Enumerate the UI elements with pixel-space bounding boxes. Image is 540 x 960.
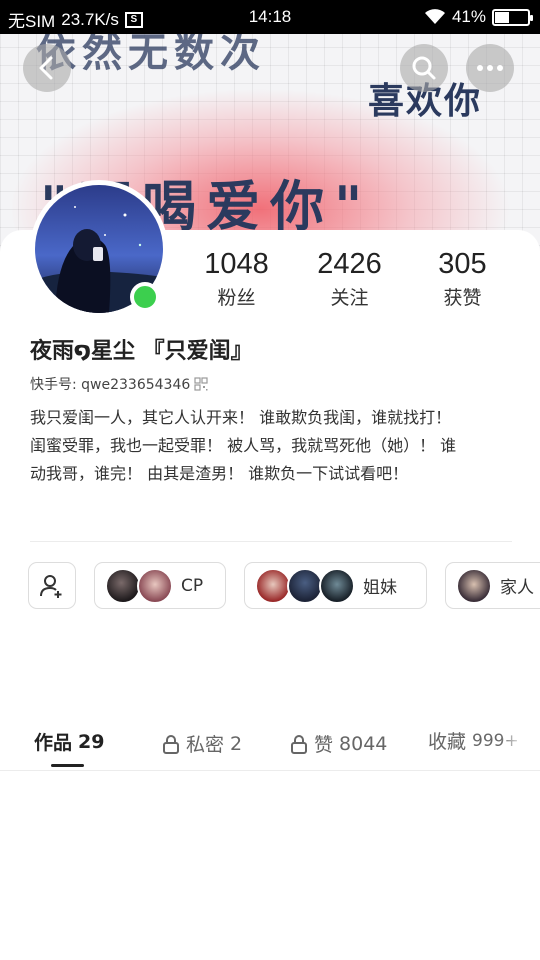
tab-count: 2 <box>230 732 243 755</box>
add-user-icon <box>40 574 62 598</box>
tab-favorites[interactable]: 收藏 999+ <box>428 727 519 754</box>
profile-bio: 我只爱闺一人，其它人认开来！ 谁敢欺负我闺，谁就找打！ 闺蜜受罪，我也一起受罪！… <box>30 404 514 488</box>
relation-label: 家人 <box>500 578 534 598</box>
tab-liked[interactable]: 赞 8044 <box>290 730 387 757</box>
battery-percent: 41% <box>451 7 486 26</box>
battery-icon <box>492 8 533 26</box>
bio-line: 闺蜜受罪，我也一起受罪！ 被人骂，我就骂死他（她）！ 谁 <box>30 436 457 455</box>
lock-icon <box>163 734 179 754</box>
wifi-icon <box>424 9 445 24</box>
relation-label: 姐妹 <box>363 578 397 598</box>
search-button[interactable] <box>400 44 448 92</box>
relation-avatar <box>105 567 141 604</box>
relation-label: CP <box>181 575 204 596</box>
relation-chip-sisters[interactable]: 姐妹 <box>244 562 427 609</box>
stat-label: 粉丝 <box>217 287 256 309</box>
tab-label: 作品 <box>34 732 73 754</box>
tab-label: 私密 <box>186 734 225 756</box>
stat-value: 305 <box>438 248 487 280</box>
tab-count: 29 <box>78 730 105 753</box>
stat-followers[interactable]: 1048 粉丝 <box>180 248 293 310</box>
more-button[interactable] <box>466 44 514 92</box>
profile-stats: 1048 粉丝 2426 关注 305 获赞 <box>180 248 540 310</box>
lock-icon <box>291 734 307 754</box>
relation-chip-cp[interactable]: CP <box>94 562 226 609</box>
tab-label: 收藏 <box>428 731 467 753</box>
stat-following[interactable]: 2426 关注 <box>293 248 406 310</box>
tab-count: 8044 <box>339 732 388 755</box>
relation-avatar <box>319 567 355 604</box>
tab-count: 999+ <box>472 730 519 751</box>
relation-avatar <box>137 567 173 604</box>
stat-label: 关注 <box>330 287 369 309</box>
stat-likes[interactable]: 305 获赞 <box>406 248 519 310</box>
chevron-left-icon <box>39 56 53 80</box>
relation-avatar <box>287 567 323 604</box>
battery-level <box>495 11 509 23</box>
stat-value: 2426 <box>317 248 382 280</box>
tab-private[interactable]: 私密 2 <box>162 730 242 757</box>
clock: 14:18 <box>248 7 292 26</box>
more-dots-icon <box>477 65 503 71</box>
relation-avatar <box>255 567 291 604</box>
section-divider <box>30 541 512 542</box>
qr-code-icon <box>194 377 208 391</box>
kuaishou-id: 快手号: qwe233654346 <box>30 377 191 393</box>
bio-line: 我只爱闺一人，其它人认开来！ 谁敢欺负我闺，谁就找打！ <box>30 408 452 427</box>
tabs-divider <box>0 770 540 771</box>
status-bar: 无SIM 23.7K/s S 14:18 41% <box>0 0 540 34</box>
stat-label: 获赞 <box>443 287 482 309</box>
active-tab-indicator <box>51 764 84 767</box>
kuaishou-id-row[interactable]: 快手号: qwe233654346 <box>30 374 208 394</box>
add-friend-button[interactable] <box>28 562 76 609</box>
stat-value: 1048 <box>204 248 269 280</box>
profile-nickname: 夜雨໑星尘 『只爱闺』 <box>30 339 253 364</box>
search-icon <box>412 56 436 80</box>
relation-chip-family[interactable]: 家人 <box>445 562 540 609</box>
relation-avatar <box>456 567 492 604</box>
back-button[interactable] <box>23 44 71 92</box>
tab-works[interactable]: 作品 29 <box>34 728 104 755</box>
online-status-dot <box>130 282 160 312</box>
tab-label: 赞 <box>314 734 334 756</box>
bio-line: 动我哥，谁完！ 由其是渣男！ 谁欺负一下试试看吧！ <box>30 464 409 483</box>
